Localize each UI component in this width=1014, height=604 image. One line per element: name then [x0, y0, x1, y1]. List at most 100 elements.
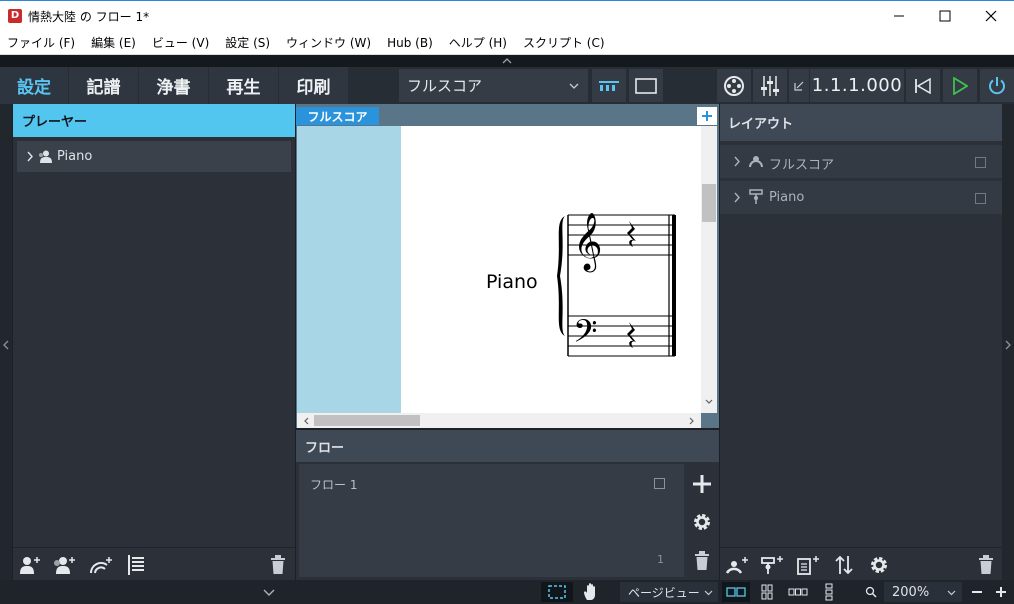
close-button[interactable] — [968, 1, 1014, 31]
staff-system[interactable]: 𝄞 𝄢 — [551, 204, 681, 364]
add-ensemble-icon[interactable] — [89, 556, 113, 574]
layout-checkbox[interactable] — [975, 157, 986, 168]
title-bar: D 情熱大陸 の フロー 1* — [0, 0, 1014, 31]
menu-script[interactable]: スクリプト (C) — [523, 34, 605, 51]
galley-view-icon — [599, 80, 619, 91]
layout-card-piano[interactable]: Piano — [720, 181, 1002, 214]
tab-play[interactable]: 再生 — [209, 67, 278, 104]
chevron-up-icon[interactable] — [501, 57, 513, 65]
add-flow-icon[interactable] — [692, 474, 712, 494]
add-solo-player-icon[interactable] — [19, 556, 41, 574]
instrument-label: Piano — [486, 271, 538, 293]
scroll-right-arrow-icon[interactable] — [689, 417, 695, 425]
galley-view-button[interactable] — [592, 69, 626, 102]
horizontal-scroll-thumb[interactable] — [314, 415, 420, 426]
tab-print[interactable]: 印刷 — [279, 67, 348, 104]
layout-select[interactable]: フルスコア — [399, 69, 588, 102]
rewind-to-start-icon — [915, 77, 931, 94]
group-players-icon[interactable] — [127, 554, 147, 576]
sort-icon[interactable] — [835, 555, 853, 575]
grand-staff-brace — [557, 216, 565, 336]
minimize-button[interactable] — [876, 1, 922, 31]
pages-horizontal-button[interactable] — [785, 582, 811, 602]
player-name: Piano — [57, 149, 93, 164]
add-full-score-layout-icon[interactable] — [725, 556, 749, 574]
play-button[interactable] — [943, 69, 977, 102]
maximize-button[interactable] — [922, 1, 968, 31]
view-mode-select[interactable]: ページビュー — [620, 582, 718, 602]
rewind-button[interactable] — [906, 69, 940, 102]
zoom-out-button[interactable] — [966, 582, 988, 602]
close-icon — [985, 10, 997, 22]
scroll-down-arrow-icon[interactable] — [705, 399, 713, 405]
flow-card[interactable]: フロー 1 1 — [299, 464, 684, 577]
status-bar: ページビュー 200% — [0, 580, 1014, 604]
zoom-in-button[interactable] — [990, 582, 1012, 602]
tab-engrave[interactable]: 浄書 — [139, 67, 208, 104]
score-page[interactable]: Piano 𝄞 𝄢 — [401, 126, 701, 413]
layout-checkbox[interactable] — [975, 193, 986, 204]
layout-select-value: フルスコア — [407, 77, 483, 95]
spreads-view-button[interactable] — [722, 582, 750, 602]
menu-edit[interactable]: 編集 (E) — [91, 34, 136, 51]
pages-horizontal-icon — [788, 588, 808, 596]
vertical-scroll-thumb[interactable] — [702, 184, 716, 222]
toolbar: 設定 記譜 浄書 再生 印刷 フルスコア 1.1.1.000 — [0, 67, 1014, 104]
zoom-tool-button[interactable] — [858, 582, 884, 602]
trash-icon[interactable] — [694, 551, 710, 571]
tab-setup[interactable]: 設定 — [0, 67, 68, 104]
chevron-right-icon[interactable] — [733, 192, 741, 203]
add-custom-layout-icon[interactable] — [796, 555, 820, 575]
layout-card-full-score[interactable]: フルスコア — [720, 145, 1002, 178]
score-margin-area — [297, 126, 401, 413]
audio-engine-button[interactable] — [980, 69, 1014, 102]
bass-clef: 𝄢 — [573, 313, 597, 357]
transport-popout-button[interactable] — [789, 69, 809, 102]
chevron-down-icon — [569, 83, 579, 89]
video-button[interactable] — [717, 69, 751, 102]
pages-grid-icon — [761, 584, 773, 600]
add-part-layout-icon[interactable] — [760, 555, 784, 575]
add-section-player-icon[interactable] — [53, 556, 75, 574]
full-score-layout-icon — [749, 156, 763, 168]
hand-tool-button[interactable] — [578, 582, 604, 602]
layouts-panel-title: レイアウト — [720, 104, 1002, 141]
zoom-select[interactable]: 200% — [884, 582, 962, 602]
gear-icon[interactable] — [692, 512, 712, 532]
chevron-down-icon[interactable] — [263, 589, 275, 597]
menu-help[interactable]: ヘルプ (H) — [449, 34, 507, 51]
menu-window[interactable]: ウィンドウ (W) — [286, 34, 371, 51]
flow-name: フロー 1 — [310, 478, 358, 492]
scroll-left-arrow-icon[interactable] — [303, 417, 309, 425]
chevron-right-icon[interactable] — [26, 151, 34, 162]
vertical-scrollbar[interactable] — [701, 126, 717, 413]
menu-settings[interactable]: 設定 (S) — [225, 34, 270, 51]
flows-panel-title: フロー — [296, 430, 719, 462]
tab-full-score[interactable]: フルスコア — [296, 107, 379, 125]
part-layout-icon — [749, 189, 763, 204]
zoom-value: 200% — [892, 584, 930, 600]
chevron-left-icon[interactable] — [2, 339, 10, 351]
trash-icon[interactable] — [270, 555, 286, 575]
gear-icon[interactable] — [869, 555, 889, 575]
layout-name: フルスコア — [769, 158, 835, 173]
dorico-app-icon: D — [8, 9, 22, 23]
chevron-right-icon[interactable] — [733, 156, 741, 167]
flow-checkbox[interactable] — [654, 478, 665, 489]
selection-tool-button[interactable] — [541, 582, 573, 602]
page-view-button[interactable] — [629, 69, 663, 102]
pages-vertical-button[interactable] — [818, 582, 840, 602]
plus-icon — [996, 587, 1006, 597]
chevron-right-icon[interactable] — [1004, 339, 1012, 351]
add-tab-button[interactable] — [697, 107, 717, 125]
horizontal-scrollbar[interactable] — [297, 413, 701, 428]
menu-hub[interactable]: Hub (B) — [387, 36, 433, 50]
menu-file[interactable]: ファイル (F) — [7, 34, 75, 51]
pages-grid-button[interactable] — [755, 582, 779, 602]
trash-icon[interactable] — [978, 555, 994, 575]
player-card-piano[interactable]: Piano — [17, 141, 291, 172]
popout-icon — [794, 81, 804, 91]
mixer-button[interactable] — [753, 69, 787, 102]
tab-write[interactable]: 記譜 — [69, 67, 138, 104]
menu-view[interactable]: ビュー (V) — [152, 34, 209, 51]
